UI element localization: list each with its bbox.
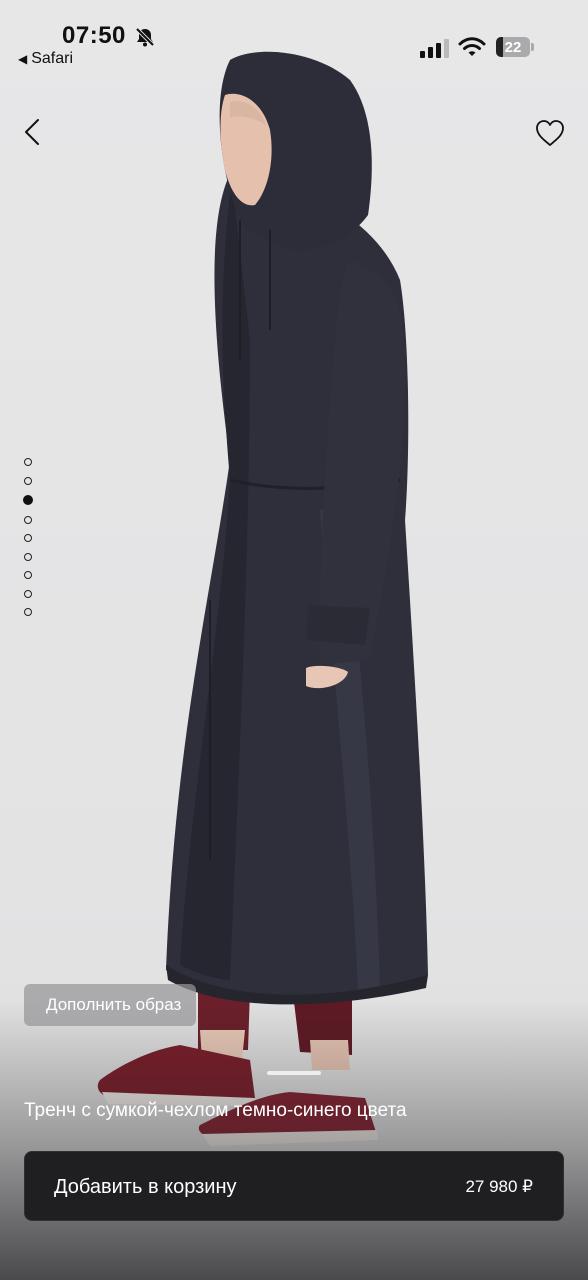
cellular-signal-icon	[420, 39, 449, 58]
complete-look-button[interactable]: Дополнить образ	[24, 984, 196, 1026]
gallery-dot[interactable]	[24, 608, 32, 616]
wifi-icon	[458, 37, 486, 56]
heart-icon[interactable]	[534, 118, 566, 148]
back-triangle-icon: ◀	[18, 52, 28, 66]
gallery-pagination	[23, 458, 36, 627]
add-to-cart-label: Добавить в корзину	[54, 1176, 237, 1198]
status-time: 07:50	[62, 22, 126, 49]
battery-percent: 22	[504, 38, 522, 56]
gallery-dot[interactable]	[24, 589, 32, 598]
gallery-dot[interactable]	[24, 534, 32, 542]
chevron-left-icon[interactable]	[18, 116, 48, 148]
bell-off-icon	[135, 27, 155, 47]
back-app-label: Safari	[31, 50, 74, 67]
gallery-dot[interactable]	[24, 515, 32, 524]
back-to-app-link[interactable]: ◀ Safari	[18, 50, 73, 68]
status-bar: 07:50 ◀ Safari 22	[0, 0, 588, 80]
product-title: Тренч с сумкой-чехлом темно-синего цвета	[24, 1100, 407, 1121]
gallery-dot[interactable]	[24, 476, 32, 485]
battery-fill	[496, 37, 504, 57]
battery-indicator: 22	[496, 37, 536, 57]
gallery-dot[interactable]	[24, 552, 32, 561]
gallery-dot[interactable]	[24, 458, 32, 466]
gallery-dot[interactable]	[23, 495, 33, 505]
battery-cap	[531, 43, 534, 51]
product-price: 27 980 ₽	[465, 1177, 533, 1196]
drag-handle[interactable]	[267, 1071, 321, 1075]
gallery-dot[interactable]	[24, 571, 32, 579]
add-to-cart-button[interactable]: Добавить в корзину 27 980 ₽	[24, 1151, 564, 1221]
